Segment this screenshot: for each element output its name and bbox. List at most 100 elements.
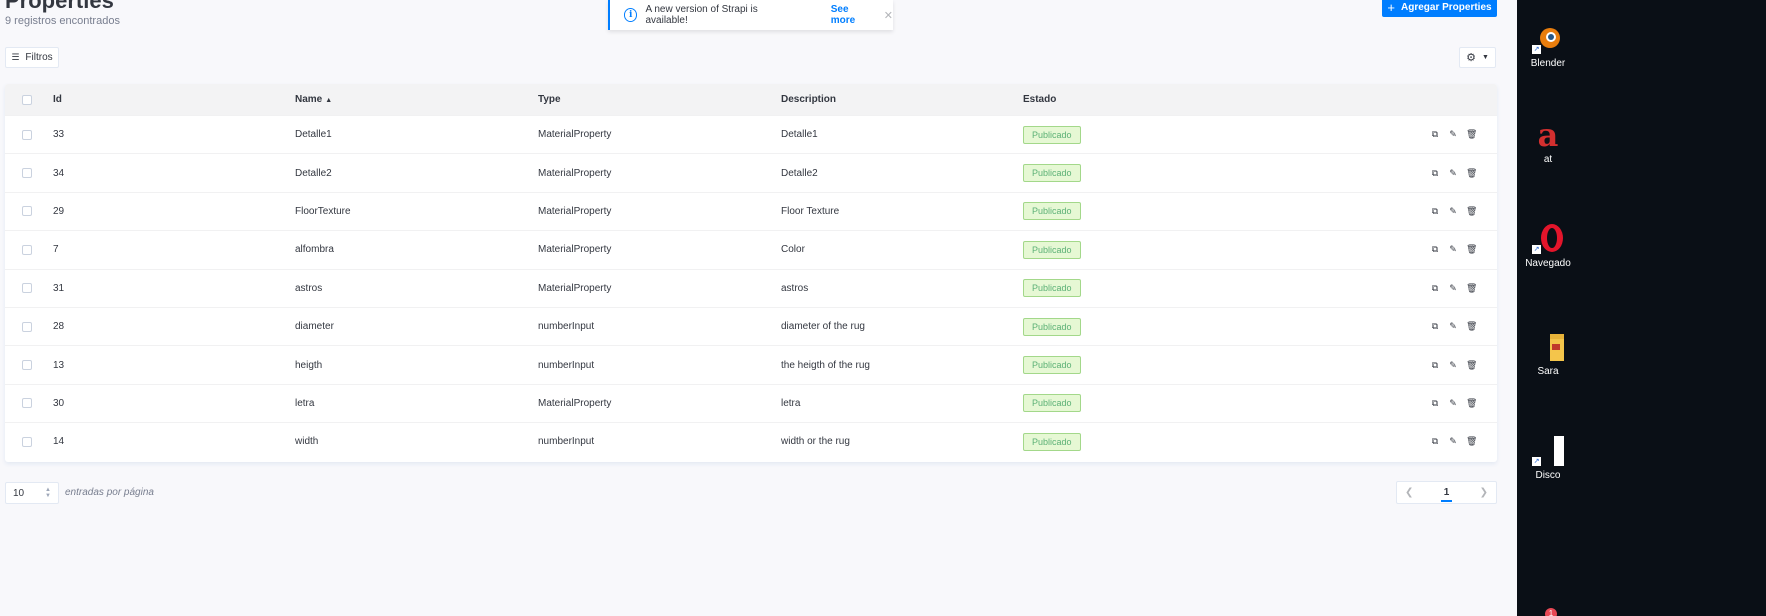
column-header-description[interactable]: Description (781, 94, 1023, 105)
row-checkbox[interactable] (22, 244, 32, 255)
table-row[interactable]: 31 astros MaterialProperty astros Public… (5, 268, 1497, 307)
previous-page-icon[interactable]: ❮ (1405, 487, 1413, 498)
desktop-shortcut-label: Disco (1535, 470, 1561, 481)
status-badge: Publicado (1023, 317, 1081, 336)
edit-icon[interactable]: ✎ (1448, 129, 1458, 140)
opera-icon: ↗ (1532, 222, 1564, 254)
edit-icon[interactable]: ✎ (1448, 206, 1458, 217)
status-badge: Publicado (1023, 279, 1081, 298)
desktop-background (1517, 0, 1766, 616)
duplicate-icon[interactable]: ⧉ (1430, 398, 1440, 409)
close-icon[interactable]: ✕ (884, 9, 893, 22)
edit-icon[interactable]: ✎ (1448, 436, 1458, 447)
column-header-state[interactable]: Estado (1023, 94, 1413, 105)
desktop-shortcut-navegador[interactable]: ↗ Navegado (1523, 222, 1573, 269)
table-row[interactable]: 13 heigth numberInput the heigth of the … (5, 345, 1497, 383)
duplicate-icon[interactable]: ⧉ (1430, 436, 1440, 447)
pagination: ❮ 1 ❯ (1396, 481, 1497, 504)
trash-icon[interactable]: 🗑 (1466, 206, 1477, 217)
file-icon: ↗ (1532, 434, 1564, 466)
properties-table: Id Name ▲ Type Description Estado 33 Deta… (5, 84, 1497, 462)
trash-icon[interactable]: 🗑 (1466, 283, 1477, 294)
cell-type: MaterialProperty (538, 129, 612, 141)
current-page-number[interactable]: 1 (1440, 487, 1453, 502)
select-all-checkbox[interactable] (22, 94, 32, 105)
trash-icon[interactable]: 🗑 (1466, 168, 1477, 179)
edit-icon[interactable]: ✎ (1448, 168, 1458, 179)
cell-id: 30 (53, 397, 65, 409)
table-row[interactable]: 14 width numberInput width or the rug Pu… (5, 422, 1497, 460)
cell-id: 28 (53, 321, 65, 333)
cell-description: the heigth of the rug (781, 359, 870, 371)
row-checkbox[interactable] (22, 360, 32, 371)
row-checkbox[interactable] (22, 436, 32, 447)
entries-per-page-select[interactable]: 10 ▲ ▼ (5, 482, 59, 504)
status-badge: Publicado (1023, 164, 1081, 183)
trash-icon[interactable]: 🗑 (1466, 129, 1477, 140)
edit-icon[interactable]: ✎ (1448, 244, 1458, 255)
notification-count-badge: 1 (1545, 608, 1557, 616)
cell-id: 33 (53, 129, 65, 141)
desktop-shortcut-disco[interactable]: ↗ Disco (1523, 434, 1573, 481)
desktop-shortcut-blender[interactable]: ↗ Blender (1523, 22, 1573, 69)
filters-label: Filtros (25, 52, 53, 63)
trash-icon[interactable]: 🗑 (1466, 398, 1477, 409)
cell-name: heigth (295, 359, 323, 371)
shortcut-arrow-icon: ↗ (1532, 45, 1541, 54)
duplicate-icon[interactable]: ⧉ (1430, 168, 1440, 179)
edit-icon[interactable]: ✎ (1448, 321, 1458, 332)
next-page-icon[interactable]: ❯ (1480, 487, 1488, 498)
cell-name: FloorTexture (295, 205, 351, 217)
duplicate-icon[interactable]: ⧉ (1430, 206, 1440, 217)
cell-description: width or the rug (781, 436, 850, 448)
table-row[interactable]: 28 diameter numberInput diameter of the … (5, 306, 1497, 345)
add-properties-button[interactable]: + Agregar Properties (1382, 0, 1497, 17)
table-row[interactable]: 33 Detalle1 MaterialProperty Detalle1 Pu… (5, 115, 1497, 153)
row-checkbox[interactable] (22, 321, 32, 332)
row-checkbox[interactable] (22, 283, 32, 294)
notification-message: A new version of Strapi is available! (645, 4, 758, 26)
row-checkbox[interactable] (22, 206, 32, 217)
cell-description: Detalle1 (781, 129, 818, 141)
cell-name: width (295, 436, 319, 448)
cell-name: alfombra (295, 244, 334, 256)
duplicate-icon[interactable]: ⧉ (1430, 244, 1440, 255)
row-checkbox[interactable] (22, 398, 32, 409)
column-header-type[interactable]: Type (538, 94, 781, 105)
cell-type: MaterialProperty (538, 244, 612, 256)
cell-type: MaterialProperty (538, 282, 612, 294)
desktop-shortcut-sara[interactable]: Sara (1523, 330, 1573, 377)
table-row[interactable]: 29 FloorTexture MaterialProperty Floor T… (5, 191, 1497, 230)
column-header-id[interactable]: Id (53, 94, 295, 105)
edit-icon[interactable]: ✎ (1448, 360, 1458, 371)
cell-name: letra (295, 397, 315, 409)
cell-id: 29 (53, 205, 65, 217)
table-row[interactable]: 7 alfombra MaterialProperty Color Public… (5, 230, 1497, 268)
duplicate-icon[interactable]: ⧉ (1430, 129, 1440, 140)
edit-icon[interactable]: ✎ (1448, 283, 1458, 294)
duplicate-icon[interactable]: ⧉ (1430, 321, 1440, 332)
table-row[interactable]: 34 Detalle2 MaterialProperty Detalle2 Pu… (5, 153, 1497, 191)
row-checkbox[interactable] (22, 129, 32, 140)
table-header: Id Name ▲ Type Description Estado (5, 84, 1497, 115)
edit-icon[interactable]: ✎ (1448, 398, 1458, 409)
record-count: 9 registros encontrados (5, 15, 120, 27)
trash-icon[interactable]: 🗑 (1466, 321, 1477, 332)
duplicate-icon[interactable]: ⧉ (1430, 283, 1440, 294)
table-row[interactable]: 30 letra MaterialProperty letra Publicad… (5, 383, 1497, 422)
duplicate-icon[interactable]: ⧉ (1430, 360, 1440, 371)
column-header-name[interactable]: Name ▲ (295, 94, 538, 105)
shortcut-arrow-icon: ↗ (1532, 457, 1541, 466)
cell-type: numberInput (538, 359, 595, 371)
filter-icon: ☰ (11, 52, 20, 62)
filters-button[interactable]: ☰ Filtros (5, 47, 59, 68)
sort-ascending-icon: ▲ (325, 97, 333, 104)
row-checkbox[interactable] (22, 168, 32, 179)
cell-description: letra (781, 397, 801, 409)
trash-icon[interactable]: 🗑 (1466, 244, 1477, 255)
trash-icon[interactable]: 🗑 (1466, 436, 1477, 447)
desktop-shortcut-at[interactable]: a at (1523, 116, 1573, 165)
column-settings-button[interactable]: ⚙ ▼ (1459, 47, 1496, 68)
trash-icon[interactable]: 🗑 (1466, 360, 1477, 371)
see-more-link[interactable]: See more (831, 4, 874, 26)
